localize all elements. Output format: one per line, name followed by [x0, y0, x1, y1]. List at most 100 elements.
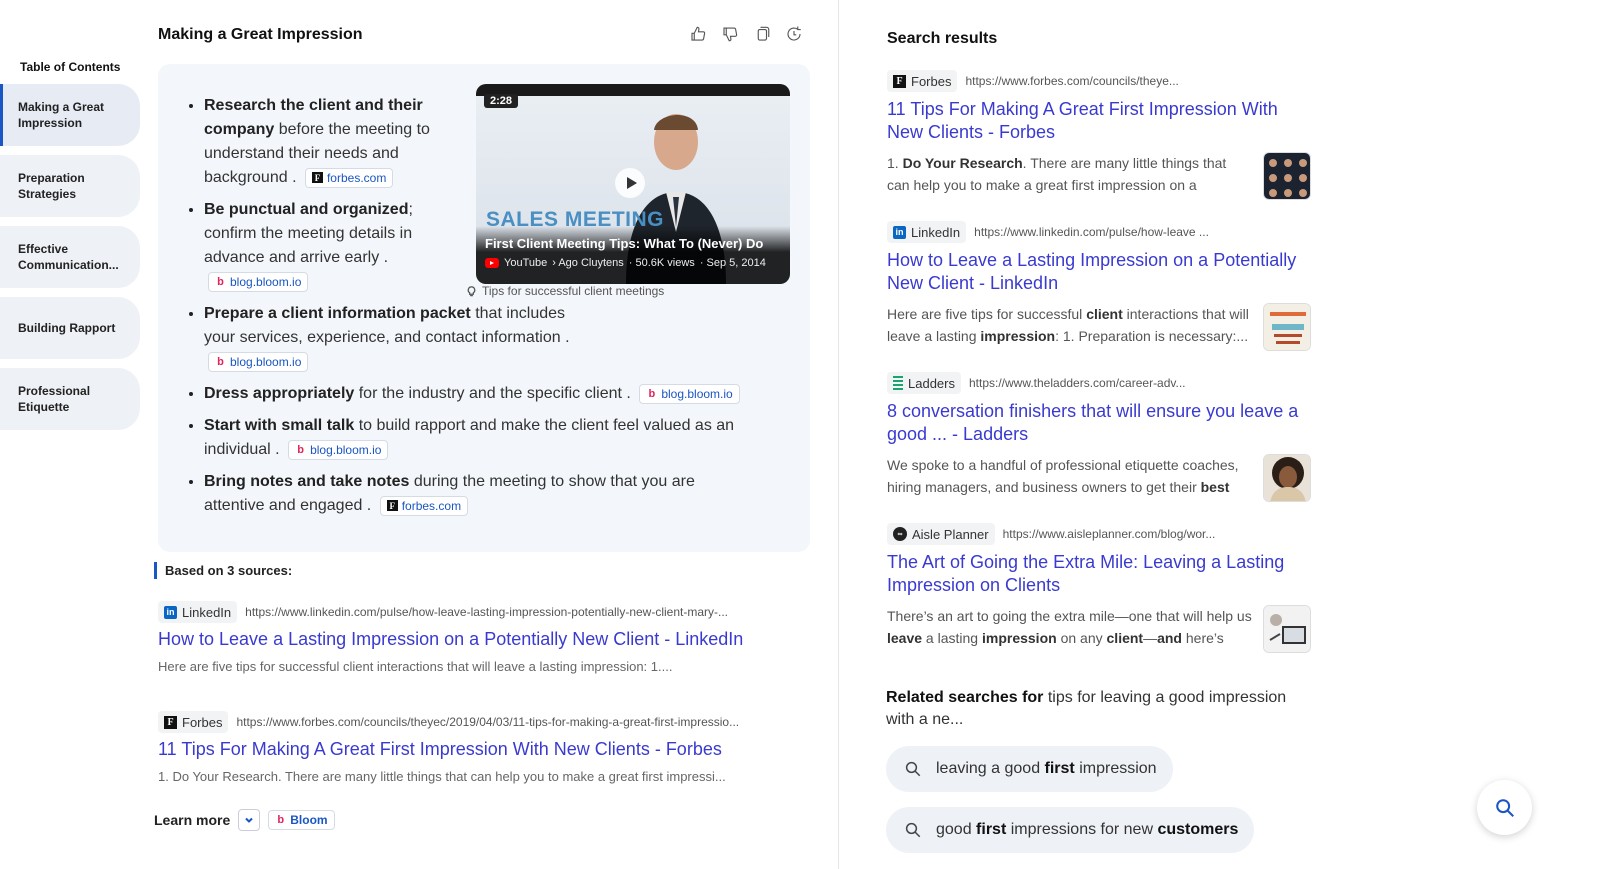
toc-title: Table of Contents — [20, 60, 121, 74]
search-result: ∞ Aisle Planner https://www.aisleplanner.… — [887, 523, 1311, 655]
video-caption: Tips for successful client meetings — [466, 284, 664, 298]
linkedin-logo-icon: in — [893, 225, 906, 239]
forbes-logo-icon: F — [311, 172, 323, 184]
toc-item-label: Preparation Strategies — [18, 171, 85, 201]
ladders-logo-icon — [893, 376, 903, 390]
table-of-contents: Table of Contents Making a Great Impress… — [0, 60, 140, 439]
search-results-heading: Search results — [887, 30, 998, 47]
bullet-item: Prepare a client information packet that… — [204, 302, 584, 374]
source-badge: Ladders — [887, 372, 961, 394]
bullet-item: Start with small talk to build rapport a… — [204, 414, 744, 462]
result-title-link[interactable]: How to Leave a Lasting Impression on a P… — [887, 249, 1311, 295]
bloom-logo-icon: b — [297, 443, 304, 456]
bullet-item: Bring notes and take notes during the me… — [204, 470, 744, 518]
bloom-logo-icon: b — [217, 355, 224, 368]
source-badge: F Forbes — [158, 711, 229, 733]
search-fab-button[interactable] — [1477, 780, 1532, 835]
source-item: F Forbes https://www.forbes.com/councils/… — [158, 711, 778, 784]
result-thumbnail[interactable] — [1263, 303, 1311, 351]
bullet-item: Be punctual and organized; confirm the m… — [204, 198, 464, 294]
source-title-link[interactable]: 11 Tips For Making A Great First Impress… — [158, 739, 778, 760]
result-title-link[interactable]: The Art of Going the Extra Mile: Leaving… — [887, 551, 1311, 597]
toc-item-label: Effective Communication... — [18, 242, 119, 272]
search-icon — [905, 761, 921, 777]
video-card[interactable]: 2:28 SALES MEETING First Client Meeting … — [476, 84, 790, 284]
lightbulb-icon — [467, 285, 476, 296]
youtube-icon — [485, 258, 499, 268]
result-url: https://www.theladders.com/career-adv... — [968, 376, 1186, 390]
toc-item-making-a-great-impression[interactable]: Making a Great Impression — [0, 84, 140, 146]
source-badge: in LinkedIn — [887, 221, 967, 243]
result-snippet: We spoke to a handful of professional et… — [887, 457, 1239, 495]
bloom-logo-icon: b — [648, 387, 656, 400]
toc-item-professional-etiquette[interactable]: Professional Etiquette — [0, 368, 140, 430]
toc-item-label: Building Rapport — [18, 321, 116, 335]
result-url: https://www.forbes.com/councils/theye... — [965, 74, 1179, 88]
citation-bloom[interactable]: b blog.bloom.io — [639, 383, 740, 404]
related-searches-heading: Related searches for tips for leaving a … — [886, 689, 1287, 728]
play-icon[interactable] — [615, 168, 645, 198]
chip-label: leaving a good first impression — [936, 760, 1157, 777]
source-snippet: Here are five tips for successful client… — [158, 659, 673, 674]
related-search-chip[interactable]: good first impressions for new customers — [886, 807, 1255, 853]
forbes-logo-icon: F — [164, 715, 177, 729]
learn-more-label: Learn more — [154, 812, 231, 828]
bullet-item: Dress appropriately for the industry and… — [204, 382, 744, 406]
result-thumbnail[interactable] — [1263, 605, 1311, 653]
answer-card: Research the client and their company be… — [158, 64, 810, 552]
forbes-logo-icon: F — [386, 500, 398, 512]
regenerate-icon[interactable] — [784, 24, 804, 44]
result-title-link[interactable]: 8 conversation finishers that will ensur… — [887, 400, 1311, 446]
citation-forbes[interactable]: Fforbes.com — [379, 495, 469, 516]
chip-label: good first impressions for new customers — [936, 821, 1239, 838]
aisle-planner-logo-icon: ∞ — [893, 527, 907, 541]
toc-item-label: Professional Etiquette — [18, 384, 91, 414]
related-search-chip[interactable]: leaving a good first impression — [886, 746, 1173, 792]
sources-heading: Based on 3 sources: — [154, 562, 292, 579]
thumbs-down-icon[interactable] — [720, 24, 740, 44]
citation-forbes[interactable]: Fforbes.com — [304, 167, 394, 188]
result-snippet: 1. Do Your Research. There are many litt… — [887, 155, 1227, 193]
source-badge: ∞ Aisle Planner — [887, 523, 995, 545]
search-result: Ladders https://www.theladders.com/caree… — [887, 372, 1311, 504]
result-title-link[interactable]: 11 Tips For Making A Great First Impress… — [887, 98, 1311, 144]
answer-actions — [688, 24, 804, 44]
forbes-logo-icon: F — [893, 74, 906, 88]
bloom-logo-icon: b — [277, 814, 285, 826]
toc-item-effective-communication[interactable]: Effective Communication... — [0, 226, 140, 288]
search-result: F Forbes https://www.forbes.com/councils/… — [887, 70, 1311, 202]
result-thumbnail[interactable] — [1263, 152, 1311, 200]
result-url: https://www.linkedin.com/pulse/how-leave… — [974, 225, 1209, 239]
source-title-link[interactable]: How to Leave a Lasting Impression on a P… — [158, 629, 778, 650]
chevron-down-icon — [245, 817, 253, 823]
result-thumbnail[interactable] — [1263, 454, 1311, 502]
citation-bloom[interactable]: b Bloom — [268, 810, 335, 830]
source-url: https://www.linkedin.com/pulse/how-leave… — [245, 605, 729, 619]
source-badge: F Forbes — [887, 70, 958, 92]
citation-bloom[interactable]: b blog.bloom.io — [288, 439, 389, 460]
result-snippet: There’s an art to going the extra mile—o… — [887, 608, 1252, 646]
column-divider — [838, 0, 839, 869]
answer-title: Making a Great Impression — [158, 26, 363, 43]
search-result: in LinkedIn https://www.linkedin.com/puls… — [887, 221, 1311, 353]
source-snippet: 1. Do Your Research. There are many litt… — [158, 769, 726, 784]
video-title: First Client Meeting Tips: What To (Neve… — [485, 236, 764, 251]
toc-item-preparation-strategies[interactable]: Preparation Strategies — [0, 155, 140, 217]
thumbs-up-icon[interactable] — [688, 24, 708, 44]
citation-bloom[interactable]: b blog.bloom.io — [208, 351, 309, 372]
toc-item-building-rapport[interactable]: Building Rapport — [0, 297, 140, 359]
expand-sources-button[interactable] — [238, 809, 261, 831]
video-overlay — [476, 226, 790, 284]
search-icon — [905, 822, 921, 838]
bloom-logo-icon: b — [217, 275, 224, 288]
toc-item-label: Making a Great Impression — [18, 100, 105, 130]
citation-bloom[interactable]: b blog.bloom.io — [208, 271, 309, 292]
linkedin-logo-icon: in — [164, 605, 177, 619]
learn-more: Learn more b Bloom — [154, 809, 335, 831]
copy-icon[interactable] — [752, 24, 772, 44]
video-meta: YouTube › Ago Cluytens · 50.6K views · S… — [485, 257, 766, 269]
result-url: https://www.aisleplanner.com/blog/wor... — [1002, 527, 1216, 541]
search-icon — [1495, 798, 1514, 817]
source-url: https://www.forbes.com/councils/theyec/2… — [236, 715, 740, 729]
video-duration: 2:28 — [484, 94, 519, 108]
